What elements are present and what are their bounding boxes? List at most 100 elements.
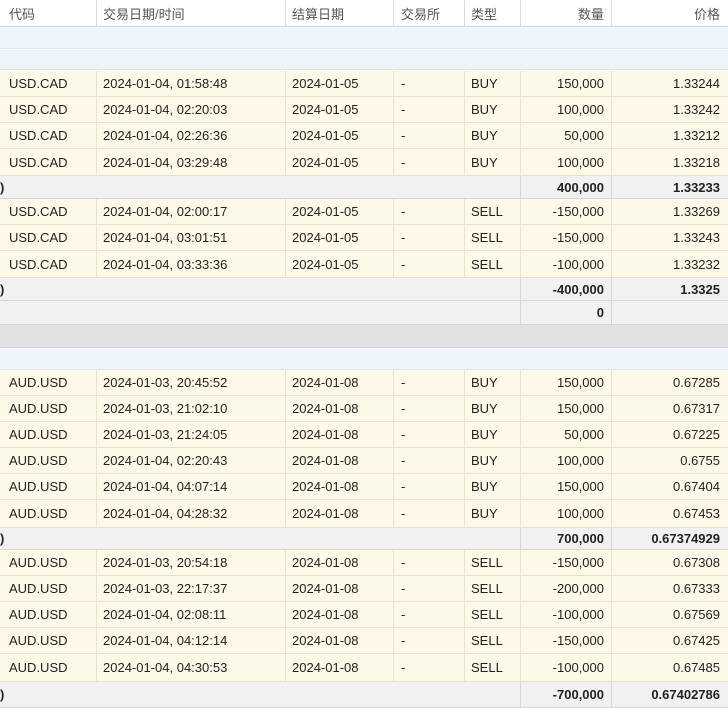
trade-quantity: -100,000 xyxy=(520,654,611,681)
trade-symbol: AUD.USD xyxy=(9,401,68,416)
trade-quantity: 100,000 xyxy=(520,97,611,122)
trade-row[interactable]: USD.CAD 2024-01-04, 03:33:36 2024-01-05 … xyxy=(0,251,728,278)
trade-datetime: 2024-01-04, 02:20:43 xyxy=(96,448,285,473)
column-header-type[interactable]: 类型 xyxy=(464,0,520,26)
subtotal-price: 0.67374929 xyxy=(611,528,728,549)
trade-symbol: AUD.USD xyxy=(9,453,68,468)
subtotal-row: ) -400,000 1.3325 xyxy=(0,278,728,301)
trade-exchange: - xyxy=(393,396,464,421)
trade-quantity: 100,000 xyxy=(520,149,611,175)
trade-symbol: AUD.USD xyxy=(9,479,68,494)
trade-type: BUY xyxy=(464,474,520,499)
trade-exchange: - xyxy=(393,422,464,447)
trade-exchange: - xyxy=(393,97,464,122)
trade-row[interactable]: AUD.USD 2024-01-03, 22:17:37 2024-01-08 … xyxy=(0,576,728,602)
trade-row[interactable]: AUD.USD 2024-01-03, 21:24:05 2024-01-08 … xyxy=(0,422,728,448)
trade-settle-date: 2024-01-05 xyxy=(285,251,393,277)
trade-quantity: -100,000 xyxy=(520,602,611,627)
trade-exchange: - xyxy=(393,149,464,175)
trade-type: SELL xyxy=(464,654,520,681)
trade-quantity: 150,000 xyxy=(520,396,611,421)
trade-row[interactable]: USD.CAD 2024-01-04, 03:01:51 2024-01-05 … xyxy=(0,225,728,251)
column-header-quantity[interactable]: 数量 xyxy=(520,0,611,26)
trade-price: 1.33218 xyxy=(611,149,728,175)
trade-row[interactable]: AUD.USD 2024-01-04, 04:12:14 2024-01-08 … xyxy=(0,628,728,654)
trade-row[interactable]: AUD.USD 2024-01-04, 04:07:14 2024-01-08 … xyxy=(0,474,728,500)
trade-quantity: 100,000 xyxy=(520,448,611,473)
trade-price: 0.67285 xyxy=(611,370,728,395)
trade-symbol: USD.CAD xyxy=(9,102,68,117)
trade-datetime: 2024-01-03, 21:02:10 xyxy=(96,396,285,421)
trade-row[interactable]: AUD.USD 2024-01-04, 02:08:11 2024-01-08 … xyxy=(0,602,728,628)
trade-settle-date: 2024-01-08 xyxy=(285,370,393,395)
trade-price: 0.67453 xyxy=(611,500,728,527)
trade-quantity: 50,000 xyxy=(520,123,611,148)
trade-settle-date: 2024-01-08 xyxy=(285,576,393,601)
trade-quantity: -150,000 xyxy=(520,628,611,653)
trade-settle-date: 2024-01-08 xyxy=(285,654,393,681)
section-header-band xyxy=(0,28,728,49)
trade-row[interactable]: AUD.USD 2024-01-03, 20:54:18 2024-01-08 … xyxy=(0,550,728,576)
trade-type: BUY xyxy=(464,500,520,527)
trades-table: 代码 交易日期/时间 结算日期 交易所 类型 数量 价格 USD.CAD 202… xyxy=(0,0,728,708)
trade-quantity: -150,000 xyxy=(520,199,611,224)
trade-datetime: 2024-01-04, 03:29:48 xyxy=(96,149,285,175)
trade-symbol: USD.CAD xyxy=(9,128,68,143)
trade-settle-date: 2024-01-05 xyxy=(285,225,393,250)
subtotal-row: ) 700,000 0.67374929 xyxy=(0,528,728,550)
trade-symbol: AUD.USD xyxy=(9,581,68,596)
trade-settle-date: 2024-01-05 xyxy=(285,199,393,224)
trade-datetime: 2024-01-04, 02:08:11 xyxy=(96,602,285,627)
trade-price: 1.33244 xyxy=(611,71,728,96)
trade-symbol: USD.CAD xyxy=(9,256,68,272)
trade-datetime: 2024-01-04, 04:07:14 xyxy=(96,474,285,499)
column-header-datetime[interactable]: 交易日期/时间 xyxy=(96,0,285,26)
trade-price: 1.33212 xyxy=(611,123,728,148)
trade-row[interactable]: USD.CAD 2024-01-04, 01:58:48 2024-01-05 … xyxy=(0,71,728,97)
subtotal-marker: ) xyxy=(0,531,5,546)
column-header-price[interactable]: 价格 xyxy=(611,0,728,26)
column-header-exchange[interactable]: 交易所 xyxy=(393,0,464,26)
trade-symbol: USD.CAD xyxy=(9,204,68,219)
subtotal-row: ) 400,000 1.33233 xyxy=(0,176,728,199)
trade-row[interactable]: USD.CAD 2024-01-04, 03:29:48 2024-01-05 … xyxy=(0,149,728,176)
trade-datetime: 2024-01-04, 02:20:03 xyxy=(96,97,285,122)
trade-row[interactable]: USD.CAD 2024-01-04, 02:26:36 2024-01-05 … xyxy=(0,123,728,149)
trade-exchange: - xyxy=(393,654,464,681)
subtotal-price: 0.67402786 xyxy=(611,682,728,707)
trade-settle-date: 2024-01-08 xyxy=(285,550,393,575)
subtotal-price: 1.3325 xyxy=(611,278,728,300)
trade-datetime: 2024-01-04, 02:00:17 xyxy=(96,199,285,224)
trade-type: SELL xyxy=(464,225,520,250)
trade-row[interactable]: USD.CAD 2024-01-04, 02:20:03 2024-01-05 … xyxy=(0,97,728,123)
trade-row[interactable]: AUD.USD 2024-01-03, 20:45:52 2024-01-08 … xyxy=(0,370,728,396)
trade-exchange: - xyxy=(393,123,464,148)
trade-quantity: 150,000 xyxy=(520,71,611,96)
trade-datetime: 2024-01-04, 04:12:14 xyxy=(96,628,285,653)
table-header: 代码 交易日期/时间 结算日期 交易所 类型 数量 价格 xyxy=(0,0,728,27)
trade-exchange: - xyxy=(393,448,464,473)
column-header-settle-date[interactable]: 结算日期 xyxy=(285,0,393,26)
trade-row[interactable]: AUD.USD 2024-01-04, 04:28:32 2024-01-08 … xyxy=(0,500,728,528)
trade-price: 0.67425 xyxy=(611,628,728,653)
trade-row[interactable]: AUD.USD 2024-01-04, 02:20:43 2024-01-08 … xyxy=(0,448,728,474)
trade-exchange: - xyxy=(393,251,464,277)
trade-quantity: 150,000 xyxy=(520,474,611,499)
trade-price: 0.67404 xyxy=(611,474,728,499)
trade-settle-date: 2024-01-08 xyxy=(285,422,393,447)
trade-type: SELL xyxy=(464,199,520,224)
trade-symbol: AUD.USD xyxy=(9,427,68,442)
trade-row[interactable]: AUD.USD 2024-01-03, 21:02:10 2024-01-08 … xyxy=(0,396,728,422)
trade-type: SELL xyxy=(464,628,520,653)
trade-row[interactable]: AUD.USD 2024-01-04, 04:30:53 2024-01-08 … xyxy=(0,654,728,682)
trade-settle-date: 2024-01-05 xyxy=(285,123,393,148)
trade-quantity: -150,000 xyxy=(520,225,611,250)
subtotal-quantity: -700,000 xyxy=(520,682,611,707)
subtotal-quantity: -400,000 xyxy=(520,278,611,300)
trade-type: SELL xyxy=(464,602,520,627)
column-header-symbol[interactable]: 代码 xyxy=(0,0,96,26)
trade-quantity: -100,000 xyxy=(520,251,611,277)
trade-price: 0.67569 xyxy=(611,602,728,627)
trade-row[interactable]: USD.CAD 2024-01-04, 02:00:17 2024-01-05 … xyxy=(0,199,728,225)
trade-settle-date: 2024-01-05 xyxy=(285,97,393,122)
